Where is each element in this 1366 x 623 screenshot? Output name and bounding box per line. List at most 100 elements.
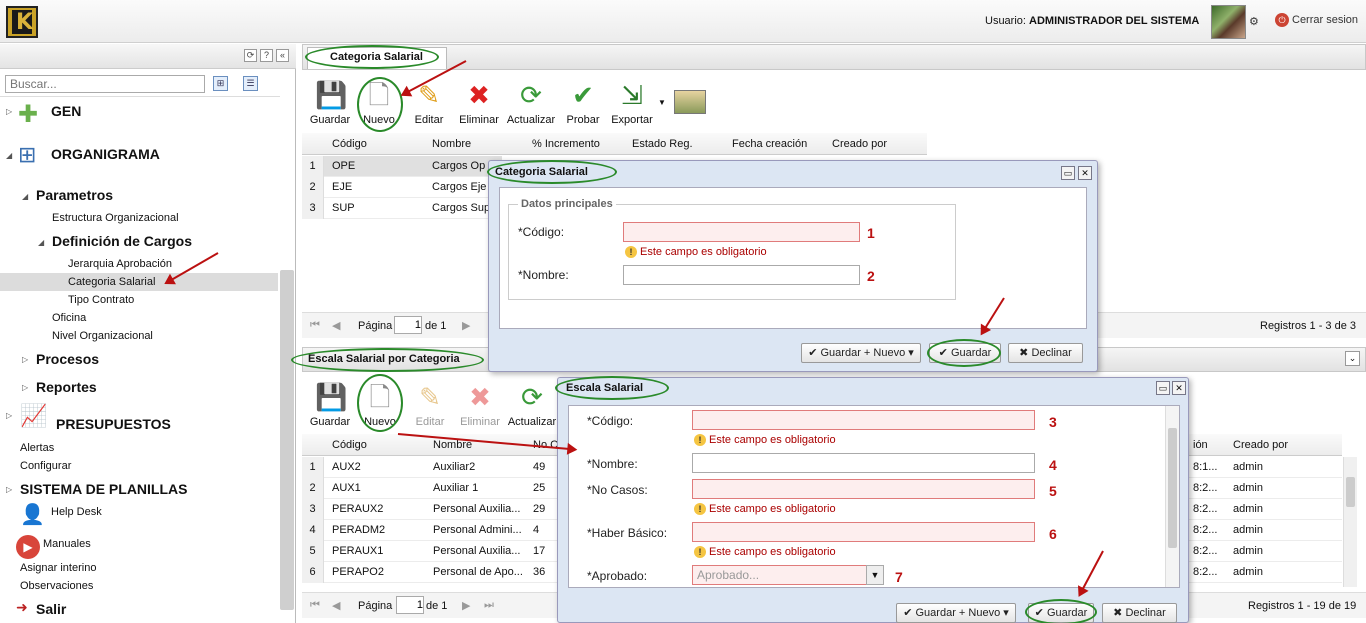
menu-nivel[interactable]: Nivel Organizacional: [52, 330, 153, 342]
cell: admin: [1233, 503, 1263, 515]
col-header[interactable]: Nombre: [432, 138, 471, 150]
last-page-icon[interactable]: ⏭: [484, 599, 494, 612]
scroll-thumb[interactable]: [1168, 428, 1177, 548]
avatar[interactable]: [1211, 5, 1246, 39]
declinar-button[interactable]: ✖ Declinar: [1008, 343, 1083, 363]
menu-salir[interactable]: Salir: [36, 601, 66, 617]
actualizar-button[interactable]: ⟳ Actualizar: [506, 80, 556, 126]
close-icon[interactable]: ✕: [1172, 381, 1186, 395]
menu-jerarquia[interactable]: Jerarquia Aprobación: [68, 258, 172, 270]
expand-icon[interactable]: ▷: [6, 107, 12, 116]
exportar-button[interactable]: ⇲ Exportar: [607, 80, 657, 126]
help-icon[interactable]: ?: [260, 49, 273, 62]
col-header[interactable]: Código: [332, 138, 367, 150]
guardar-button[interactable]: 💾 Guardar: [305, 382, 355, 428]
menu-parametros[interactable]: Parametros: [36, 187, 113, 203]
codigo-field[interactable]: [692, 410, 1035, 430]
row-number: 2: [302, 177, 324, 198]
col-header[interactable]: ión: [1193, 439, 1208, 451]
menu-presupuestos[interactable]: PRESUPUESTOS: [56, 416, 171, 432]
col-header[interactable]: Estado Reg.: [632, 138, 693, 150]
menu-estructura[interactable]: Estructura Organizacional: [52, 212, 179, 224]
refresh-icon[interactable]: ⟳: [244, 49, 257, 62]
collapse-icon[interactable]: ◢: [22, 192, 28, 201]
scroll-thumb[interactable]: [1346, 477, 1355, 507]
eliminar-button[interactable]: ✖ Eliminar: [454, 80, 504, 126]
menu-gen[interactable]: GEN: [51, 103, 81, 119]
editar-button[interactable]: ✎ Editar: [404, 80, 454, 126]
menu-observaciones[interactable]: Observaciones: [20, 580, 93, 592]
dialog-scrollbar[interactable]: [1165, 406, 1179, 587]
guardar-button[interactable]: 💾 Guardar: [305, 80, 355, 126]
collapse-icon[interactable]: ◢: [38, 238, 44, 247]
gear-icon[interactable]: ⚙: [1249, 15, 1259, 28]
editar-button[interactable]: ✎ Editar: [405, 382, 455, 428]
chevron-down-icon[interactable]: ▼: [866, 565, 884, 585]
next-page-icon[interactable]: ▶: [462, 319, 470, 332]
col-header[interactable]: Código: [332, 439, 367, 451]
maximize-icon[interactable]: ▭: [1061, 166, 1075, 180]
haber-field[interactable]: [692, 522, 1035, 542]
collapse-icon[interactable]: ◢: [6, 151, 12, 160]
expand-icon[interactable]: ▷: [22, 355, 28, 364]
col-header[interactable]: Creado por: [1233, 439, 1288, 451]
page-input[interactable]: [394, 316, 422, 334]
declinar-button[interactable]: ✖ Declinar: [1102, 603, 1177, 623]
search-options-icon[interactable]: ⊞: [213, 76, 228, 91]
table-row[interactable]: 2 EJE Cargos Eje: [302, 177, 502, 198]
guardar-nuevo-button[interactable]: ✔ Guardar + Nuevo ▾: [801, 343, 921, 363]
menu-categoria[interactable]: Categoria Salarial: [68, 276, 155, 288]
collapse-icon[interactable]: «: [276, 49, 289, 62]
menu-oficina[interactable]: Oficina: [52, 312, 86, 324]
col-header[interactable]: Fecha creación: [732, 138, 807, 150]
expand-icon[interactable]: ▷: [6, 485, 12, 494]
report-icon[interactable]: [674, 90, 706, 114]
eliminar-button[interactable]: ✖ Eliminar: [455, 382, 505, 428]
collapse-icon[interactable]: ⌄: [1345, 351, 1360, 366]
col-header[interactable]: % Incremento: [532, 138, 600, 150]
menu-planillas[interactable]: SISTEMA DE PLANILLAS: [20, 481, 188, 497]
menu-organigrama[interactable]: ORGANIGRAMA: [51, 146, 160, 162]
menu-procesos[interactable]: Procesos: [36, 351, 99, 367]
col-header[interactable]: Creado por: [832, 138, 887, 150]
logout-button[interactable]: ⏻ Cerrar sesion: [1275, 13, 1358, 27]
page-input[interactable]: [396, 596, 424, 614]
actualizar-button[interactable]: ⟳ Actualizar: [507, 382, 557, 428]
menu-asignar[interactable]: Asignar interino: [20, 562, 96, 574]
menu-tipo[interactable]: Tipo Contrato: [68, 294, 134, 306]
sidebar-scrollbar[interactable]: [280, 270, 294, 610]
codigo-field[interactable]: [623, 222, 860, 242]
maximize-icon[interactable]: ▭: [1156, 381, 1170, 395]
menu-configurar[interactable]: Configurar: [20, 460, 71, 472]
menu-helpdesk[interactable]: Help Desk: [51, 506, 102, 518]
next-page-icon[interactable]: ▶: [462, 599, 470, 612]
grid-scrollbar[interactable]: [1343, 457, 1357, 587]
prev-page-icon[interactable]: ◀: [332, 599, 340, 612]
expand-icon[interactable]: ▷: [22, 383, 28, 392]
menu-definicion[interactable]: Definición de Cargos: [52, 233, 192, 249]
expand-icon[interactable]: ▷: [6, 411, 12, 420]
guardar-nuevo-button[interactable]: ✔ Guardar + Nuevo ▾: [896, 603, 1016, 623]
nombre-field[interactable]: [692, 453, 1035, 473]
first-page-icon[interactable]: ⏮: [310, 599, 320, 612]
table-row[interactable]: 3 SUP Cargos Sup: [302, 198, 502, 219]
nombre-field[interactable]: [623, 265, 860, 285]
warning-icon: !: [694, 546, 706, 558]
dropdown-arrow-icon[interactable]: ▼: [658, 98, 666, 107]
table-row[interactable]: 1 OPE Cargos Op: [302, 156, 502, 177]
search-input[interactable]: [5, 75, 205, 93]
annotation-ellipse: [927, 339, 1001, 367]
list-icon[interactable]: ☰: [243, 76, 258, 91]
dialog-escala-salarial: Escala Salarial ▭ ✕ *Código: ! Este campo…: [557, 377, 1189, 623]
menu-manuales[interactable]: Manuales: [43, 538, 91, 550]
prev-page-icon[interactable]: ◀: [332, 319, 340, 332]
first-page-icon[interactable]: ⏮: [310, 319, 320, 332]
cell: 4: [533, 524, 540, 536]
close-icon[interactable]: ✕: [1078, 166, 1092, 180]
nocasos-field[interactable]: [692, 479, 1035, 499]
menu-reportes[interactable]: Reportes: [36, 379, 97, 395]
user-name: ADMINISTRADOR DEL SISTEMA: [1029, 15, 1200, 27]
aprobado-select[interactable]: Aprobado...: [692, 565, 884, 585]
menu-alertas[interactable]: Alertas: [20, 442, 54, 454]
probar-button[interactable]: ✔ Probar: [558, 80, 608, 126]
